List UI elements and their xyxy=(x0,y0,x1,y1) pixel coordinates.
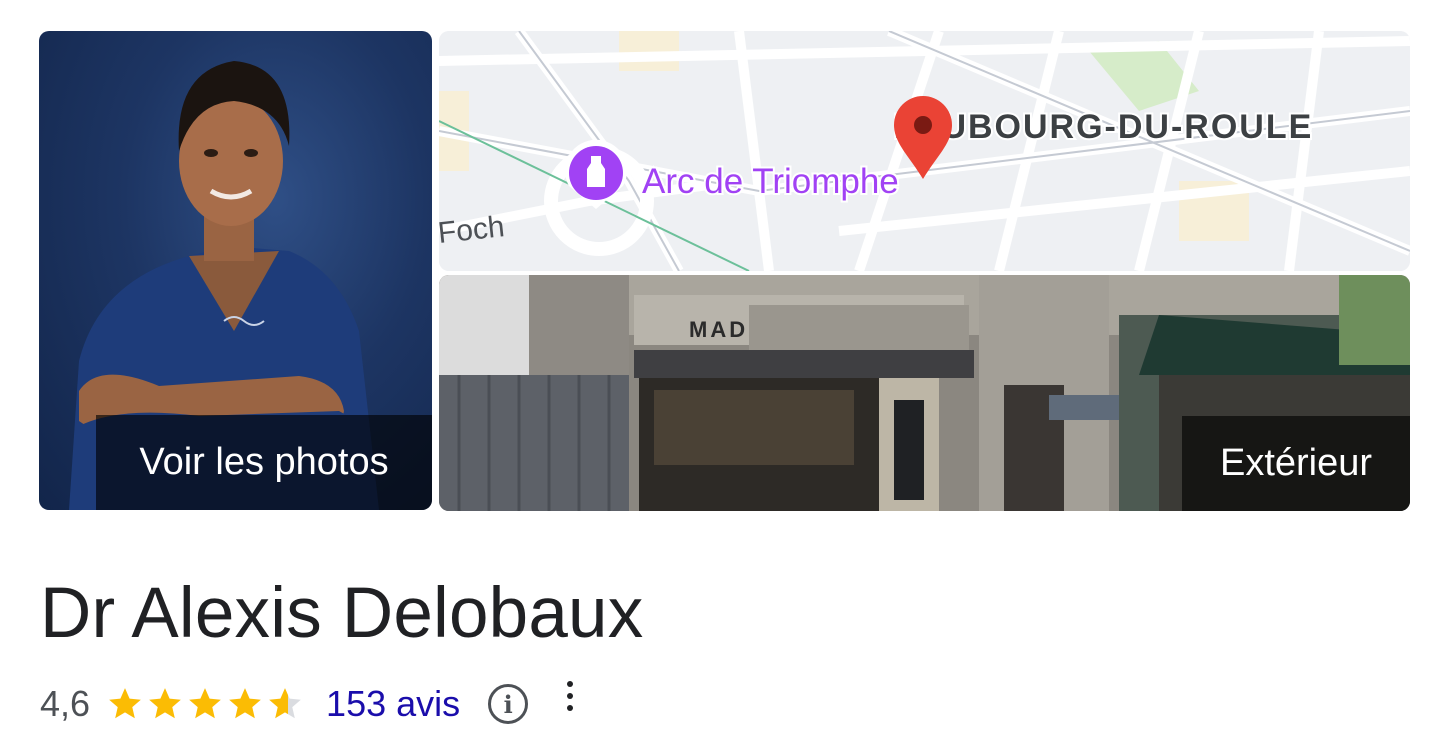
map-tile[interactable]: Foch Arc de Triomphe FAUBOURG-DU-ROULE xyxy=(439,31,1410,271)
business-name: Dr Alexis Delobaux xyxy=(40,574,644,653)
star-icon xyxy=(109,688,141,719)
star-icon xyxy=(189,688,221,719)
rating-row: 4,6 153 avis i xyxy=(40,680,580,728)
exterior-label: Extérieur xyxy=(1182,416,1410,511)
district-label: FAUBOURG-DU-ROULE xyxy=(894,108,1313,146)
star-icon xyxy=(149,688,181,719)
reviews-link[interactable]: 153 avis xyxy=(326,683,460,725)
photos-tile[interactable]: Voir les photos xyxy=(39,31,432,510)
star-icon xyxy=(229,688,261,719)
info-icon[interactable]: i xyxy=(488,684,529,724)
street-view-tile[interactable]: MADE Extérieur xyxy=(439,275,1410,511)
landmark-label: Arc de Triomphe xyxy=(642,162,899,201)
map-image: Foch Arc de Triomphe FAUBOURG-DU-ROULE xyxy=(439,31,1410,271)
see-photos-label: Voir les photos xyxy=(96,415,432,510)
more-vert-icon[interactable] xyxy=(560,679,580,729)
street-label: Foch xyxy=(439,210,506,250)
star-rating xyxy=(106,685,306,723)
star-icon xyxy=(269,688,301,719)
rating-value: 4,6 xyxy=(40,683,91,724)
